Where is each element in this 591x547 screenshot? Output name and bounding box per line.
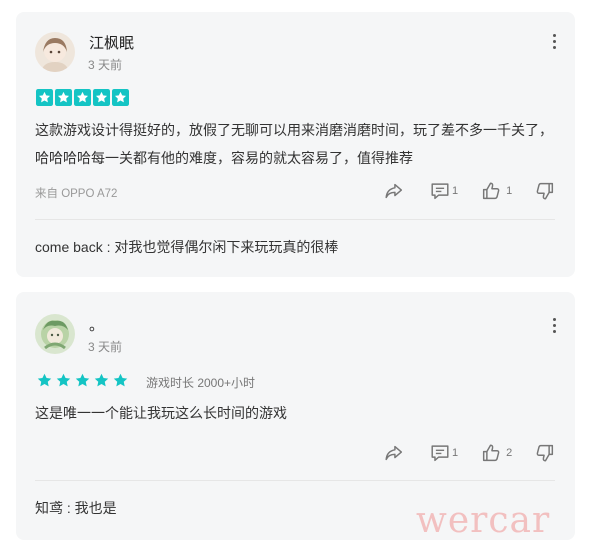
like-button[interactable]: 1	[480, 180, 512, 202]
share-button[interactable]	[383, 442, 405, 464]
comment-count: 1	[452, 185, 459, 197]
star-rating	[36, 89, 129, 106]
username[interactable]: 江枫眠	[89, 32, 134, 53]
comment-button[interactable]: 1	[429, 180, 458, 202]
thumbs-down-icon	[536, 182, 554, 200]
comment-icon	[431, 183, 449, 200]
more-options-icon[interactable]	[553, 318, 557, 334]
thumbs-down-icon	[536, 444, 554, 462]
thumbs-up-icon	[483, 182, 500, 200]
device-source: 来自 OPPO A72	[35, 188, 118, 200]
star-icon	[74, 89, 91, 106]
post-time: 3 天前	[88, 340, 123, 354]
user-avatar[interactable]	[35, 32, 75, 72]
star-icon	[113, 373, 128, 387]
dislike-button[interactable]	[534, 180, 556, 202]
username[interactable]: 。	[89, 314, 104, 335]
divider	[35, 219, 555, 220]
share-icon	[385, 183, 403, 199]
thumbs-up-icon	[483, 444, 500, 462]
more-options-icon[interactable]	[553, 34, 557, 50]
divider	[35, 480, 555, 481]
review-actions: 1 2	[383, 442, 556, 464]
star-icon	[93, 89, 110, 106]
post-time: 3 天前	[88, 58, 123, 72]
comment-count: 1	[452, 447, 459, 459]
star-icon	[112, 89, 129, 106]
star-icon	[36, 89, 53, 106]
comment-button[interactable]: 1	[429, 442, 458, 464]
dislike-button[interactable]	[534, 442, 556, 464]
like-button[interactable]: 2	[480, 442, 512, 464]
watermark: wercar	[416, 500, 551, 541]
review-card: 江枫眠 3 天前 这款游戏设计得挺好的，放假了无聊可以用来消磨消磨时间，玩了差不…	[16, 12, 575, 277]
share-button[interactable]	[383, 180, 405, 202]
user-avatar[interactable]	[35, 314, 75, 354]
star-icon	[56, 373, 71, 387]
playtime-label: 游戏时长 2000+小时	[146, 376, 256, 390]
reply-text[interactable]: come back : 对我也觉得偶尔闲下来玩玩真的很棒	[35, 237, 338, 257]
star-icon	[37, 373, 52, 387]
review-actions: 1 1	[383, 180, 556, 202]
star-icon	[55, 89, 72, 106]
review-text: 这款游戏设计得挺好的，放假了无聊可以用来消磨消磨时间，玩了差不多一千关了，哈哈哈…	[35, 122, 553, 166]
review-text: 这是唯一一个能让我玩这么长时间的游戏	[35, 405, 287, 421]
like-count: 1	[506, 185, 513, 197]
star-icon	[75, 373, 90, 387]
share-icon	[385, 445, 403, 461]
like-count: 2	[506, 447, 513, 459]
star-rating	[36, 372, 129, 389]
reply-text[interactable]: 知鸢 : 我也是	[35, 498, 117, 518]
star-icon	[94, 373, 109, 387]
comment-icon	[431, 445, 449, 462]
